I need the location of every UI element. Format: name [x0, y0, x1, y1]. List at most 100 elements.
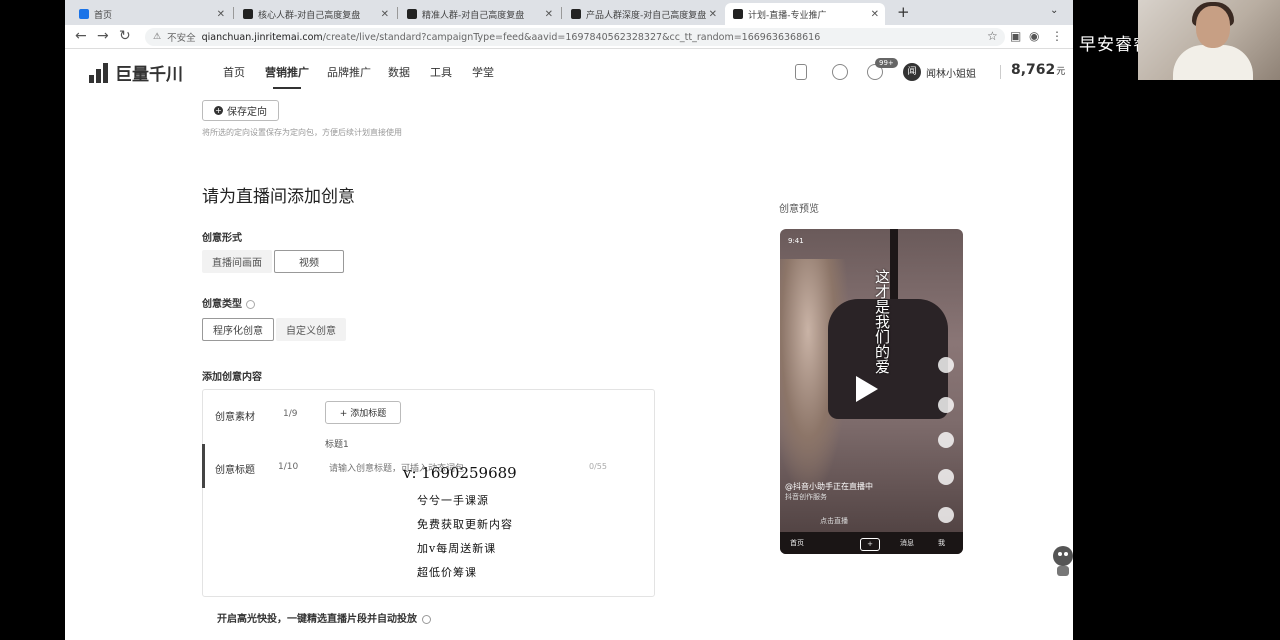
header-divider [1000, 65, 1001, 79]
material-label: 创意素材 [215, 412, 255, 423]
video-caption: @抖音小助手正在直播中 抖音创作服务 [785, 482, 873, 501]
phone-plus-icon: + [860, 538, 880, 551]
close-tab-icon[interactable]: ✕ [545, 9, 553, 20]
profile-icon[interactable]: ◉ [1029, 29, 1039, 43]
nav-data[interactable]: 数据 [388, 64, 410, 80]
security-label: 不安全 [167, 33, 196, 44]
url-path: /create/live/standard?campaignType=feed&… [322, 31, 821, 43]
nav-tools[interactable]: 工具 [430, 64, 452, 80]
phone-navbar: 首页 + 消息 我 [780, 532, 963, 554]
title-count: 1/10 [278, 462, 299, 472]
tiktok-icon [407, 9, 417, 19]
share-icon [938, 469, 954, 485]
browser-window: 首页 ✕ 核心人群-对自己高度复盘 ✕ 精准人群-对自己高度复盘 ✕ 产品人群深… [65, 0, 1073, 640]
title-label: 创意标题 [215, 465, 255, 476]
nav-brand[interactable]: 品牌推广 [327, 64, 371, 80]
nav-home[interactable]: 首页 [223, 64, 245, 80]
live-hint: 点击直播 [820, 517, 848, 525]
section-title: 请为直播间添加创意 [202, 187, 355, 207]
tab-search-icon[interactable]: ⌄ [1050, 5, 1058, 16]
account-balance: 8,762元 [1011, 62, 1066, 78]
qianchuan-icon [733, 9, 743, 19]
notification-badge: 99+ [875, 58, 898, 68]
save-targeting-button[interactable]: + 保存定向 [202, 100, 279, 121]
tab-title: 产品人群深度-对自己高度复盘 [586, 10, 707, 21]
close-tab-icon[interactable]: ✕ [709, 9, 717, 20]
tab-product-audience[interactable]: 产品人群深度-对自己高度复盘 ✕ [563, 3, 723, 25]
creative-type-label: 创意类型 [202, 295, 255, 310]
back-icon[interactable]: ← [75, 28, 87, 44]
tiktok-icon [938, 507, 954, 523]
webcam-feed [1138, 0, 1280, 80]
reload-icon[interactable]: ↻ [119, 28, 131, 44]
comment-icon [938, 432, 954, 448]
play-icon[interactable] [856, 376, 878, 402]
assistant-mascot-icon[interactable] [1049, 540, 1073, 580]
help-icon[interactable] [832, 64, 848, 80]
promo-line: 超低价筹课 [417, 566, 477, 579]
tab-precise-audience[interactable]: 精准人群-对自己高度复盘 ✕ [399, 3, 559, 25]
option-video[interactable]: 视频 [274, 250, 344, 273]
tiktok-icon [243, 9, 253, 19]
title-tag: 标题1 [325, 440, 349, 450]
menu-icon[interactable]: ⋮ [1051, 29, 1063, 43]
tab-bar: 首页 ✕ 核心人群-对自己高度复盘 ✕ 精准人群-对自己高度复盘 ✕ 产品人群深… [65, 0, 1073, 25]
add-title-button[interactable]: + 添加标题 [325, 401, 401, 424]
url-bar[interactable]: ⚠ 不安全 qianchuan.jinritemai.com/create/li… [145, 28, 1005, 46]
tab-title: 计划-直播-专业推广 [748, 10, 827, 21]
tab-title: 核心人群-对自己高度复盘 [258, 10, 361, 21]
info-icon[interactable] [246, 299, 255, 309]
username[interactable]: 闻林小姐姐 [926, 65, 976, 80]
forward-icon[interactable]: → [97, 28, 109, 44]
promo-line: 加v每周送新课 [417, 542, 497, 555]
creative-form-label: 创意形式 [202, 233, 242, 244]
highlight-boost-text: 开启高光快投，一键精选直播片段并自动投放 [217, 610, 431, 625]
preview-label: 创意预览 [779, 204, 819, 215]
site-header: 巨量千川 首页 营销推广 品牌推广 数据 工具 学堂 99+ 闻 闻林小姐姐 8… [65, 50, 1073, 95]
nav-academy[interactable]: 学堂 [472, 64, 494, 80]
promo-contact: v: 1690259689 [403, 464, 517, 482]
tab-favicon-icon [79, 9, 89, 19]
tab-home[interactable]: 首页 ✕ [71, 3, 231, 25]
tab-title: 精准人群-对自己高度复盘 [422, 10, 525, 21]
plus-circle-icon: + [214, 106, 223, 115]
tiktok-icon [571, 9, 581, 19]
save-hint: 将所选的定向设置保存为定向包，方便后续计划直接使用 [202, 128, 402, 137]
document-icon[interactable] [795, 64, 807, 80]
promo-overlay: v: 1690259689 兮兮一手课源 免费获取更新内容 加v每周送新课 超低… [403, 464, 517, 588]
tab-title: 首页 [94, 10, 113, 21]
promo-line: 兮兮一手课源 [417, 494, 489, 507]
phone-nav-home: 首页 [790, 539, 804, 547]
option-custom[interactable]: 自定义创意 [276, 318, 346, 341]
phone-preview: 9:41 这才是我们的爱 @抖音小助手正在直播中 抖音创作服务 点击直播 首页 … [780, 229, 963, 554]
status-time: 9:41 [788, 237, 804, 245]
url-host: qianchuan.jinritemai.com [201, 31, 323, 43]
tab-core-audience[interactable]: 核心人群-对自己高度复盘 ✕ [235, 3, 395, 25]
phone-nav-messages: 消息 [900, 539, 914, 547]
warning-icon: ⚠ [153, 32, 162, 42]
char-count: 0/55 [589, 462, 607, 471]
sidebar-icon[interactable]: ▣ [1010, 29, 1021, 43]
hanger-image [890, 229, 898, 299]
avatar-icon [938, 357, 954, 373]
option-programmatic[interactable]: 程序化创意 [202, 318, 274, 341]
nav-marketing[interactable]: 营销推广 [265, 64, 309, 89]
option-live-screen[interactable]: 直播间画面 [202, 250, 272, 273]
close-tab-icon[interactable]: ✕ [381, 9, 389, 20]
logo[interactable]: 巨量千川 [89, 60, 183, 85]
active-row-marker [202, 444, 205, 488]
video-vertical-text: 这才是我们的爱 [873, 269, 891, 374]
help-icon[interactable] [422, 614, 431, 624]
bookmark-star-icon[interactable]: ☆ [987, 29, 998, 43]
address-row: ← → ↻ ⚠ 不安全 qianchuan.jinritemai.com/cre… [65, 25, 1073, 49]
close-tab-icon[interactable]: ✕ [871, 9, 879, 20]
tab-live-plan[interactable]: 计划-直播-专业推广 ✕ [725, 3, 885, 25]
new-tab-button[interactable]: + [897, 3, 910, 21]
phone-nav-me: 我 [938, 539, 945, 547]
avatar[interactable]: 闻 [903, 63, 921, 81]
material-count: 1/9 [283, 409, 298, 419]
logo-mark-icon [89, 62, 111, 83]
add-content-label: 添加创意内容 [202, 372, 262, 383]
like-icon [938, 397, 954, 413]
close-tab-icon[interactable]: ✕ [217, 9, 225, 20]
